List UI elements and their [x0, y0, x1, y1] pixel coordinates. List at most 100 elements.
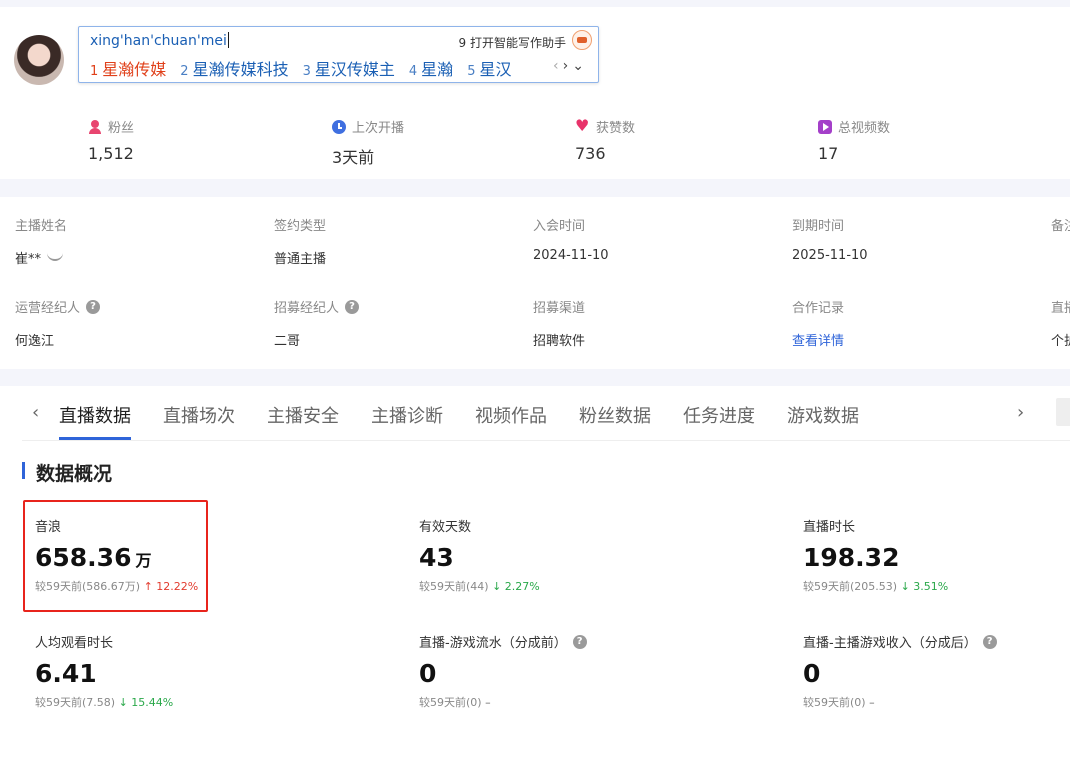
metric-trend: – — [485, 696, 491, 709]
candidate-number: 1 — [90, 64, 99, 79]
data-panel: ‹ 直播数据 直播场次 主播安全 主播诊断 视频作品 粉丝数据 任务进度 游戏数… — [0, 386, 1070, 765]
field-value: 个护 — [1051, 334, 1070, 349]
metric-avg-watch-time: 人均观看时长 6.41 较59天前(7.58) ↓ 15.44% — [35, 632, 173, 710]
candidate-number: 2 — [180, 64, 189, 79]
metric-compare: 较59天前(0) — [419, 696, 482, 709]
tab-fans-data[interactable]: 粉丝数据 — [579, 402, 651, 428]
metric-game-income-post: 直播-主播游戏收入（分成后）? 0 较59天前(0) – — [803, 632, 997, 710]
field-anchor-name: 主播姓名 崔** — [15, 215, 67, 267]
ime-expand-icon[interactable]: ⌄ — [572, 58, 588, 74]
candidate-text: 星瀚传媒 — [102, 60, 167, 79]
stat-likes: 获赞数 736 — [575, 116, 636, 164]
section-accent-bar — [22, 462, 25, 479]
trend-down-icon: ↓ — [118, 696, 128, 709]
help-icon[interactable]: ? — [86, 299, 101, 314]
heart-icon — [575, 116, 590, 135]
metric-value: 0 — [803, 659, 821, 688]
metric-label: 直播-游戏流水（分成前） — [419, 636, 567, 651]
ime-candidate-list: 1 星瀚传媒 2 星瀚传媒科技 3 星汉传媒主 4 星瀚 5 星汉 — [90, 56, 511, 80]
stat-value: 3天前 — [332, 148, 375, 167]
stat-value: 736 — [575, 144, 606, 163]
stat-label: 获赞数 — [596, 121, 636, 136]
ime-assist-number: 9 — [458, 36, 467, 50]
field-remark: 备注 — [1051, 215, 1070, 248]
field-label: 到期时间 — [792, 219, 845, 234]
trend-down-icon: ↓ — [900, 580, 910, 593]
candidate-text: 星汉传媒主 — [314, 60, 395, 79]
field-join-date: 入会时间 2024-11-10 — [533, 215, 609, 263]
stat-videos: 总视频数 17 — [818, 117, 890, 163]
ime-assist-icon[interactable] — [572, 30, 592, 50]
tab-task-progress[interactable]: 任务进度 — [683, 402, 755, 428]
ime-composition-text: xing'han'chuan'mei — [90, 33, 227, 49]
ime-assist-button[interactable]: 9 打开智能写作助手 — [459, 34, 566, 51]
tab-overflow-button[interactable] — [1056, 398, 1070, 426]
metric-label: 有效天数 — [419, 520, 472, 535]
metric-compare: 较59天前(0) — [803, 696, 866, 709]
ime-candidate-1[interactable]: 1 星瀚传媒 — [90, 56, 166, 80]
metric-trend: 12.22% — [156, 580, 199, 593]
metric-label: 直播-主播游戏收入（分成后） — [803, 636, 977, 651]
candidate-text: 星汉 — [479, 60, 512, 79]
field-value: 崔** — [15, 252, 42, 267]
avatar[interactable] — [14, 35, 64, 85]
help-icon[interactable]: ? — [345, 299, 360, 314]
field-value: 二哥 — [274, 334, 301, 349]
tab-live-sessions[interactable]: 直播场次 — [163, 402, 235, 428]
metric-trend: – — [869, 696, 875, 709]
metric-value: 198.32 — [803, 543, 900, 572]
page: xing'han'chuan'mei 9 打开智能写作助手 1 星瀚传媒 2 星瀚传… — [0, 0, 1070, 765]
view-details-link[interactable]: 查看详情 — [792, 330, 844, 349]
section-title: 数据概况 — [36, 463, 113, 485]
metric-compare: 较59天前(205.53) — [803, 580, 898, 593]
field-label: 入会时间 — [533, 219, 586, 234]
tab-live-data[interactable]: 直播数据 — [59, 402, 131, 440]
tab-prev-icon[interactable]: ‹ — [32, 402, 39, 423]
ime-next-page-icon[interactable]: › — [563, 58, 573, 74]
ime-candidate-window[interactable]: xing'han'chuan'mei 9 打开智能写作助手 1 星瀚传媒 2 星瀚传… — [78, 26, 599, 83]
metric-label: 直播时长 — [803, 520, 856, 535]
field-value: 2024-11-10 — [533, 248, 609, 263]
help-icon[interactable]: ? — [572, 634, 587, 649]
metric-compare: 较59天前(44) — [419, 580, 489, 593]
metric-live-duration: 直播时长 198.32 较59天前(205.53) ↓ 3.51% — [803, 516, 948, 594]
metric-yinlang: 音浪 658.36 万 较59天前(586.67万) ↑ 12.22% — [35, 516, 198, 594]
metric-value: 43 — [419, 543, 454, 572]
metric-value: 0 — [419, 659, 437, 688]
ime-candidate-2[interactable]: 2 星瀚传媒科技 — [180, 56, 288, 80]
candidate-text: 星瀚 — [421, 60, 454, 79]
candidate-number: 5 — [467, 64, 476, 79]
field-label: 运营经纪人 — [15, 301, 81, 316]
field-label: 直播 — [1051, 301, 1070, 316]
field-value: 2025-11-10 — [792, 248, 868, 263]
field-cooperation-record: 合作记录 查看详情 — [792, 297, 844, 349]
field-value: 何逸江 — [15, 334, 55, 349]
tab-anchor-safety[interactable]: 主播安全 — [267, 402, 339, 428]
tab-video-works[interactable]: 视频作品 — [475, 402, 547, 428]
field-label: 合作记录 — [792, 301, 845, 316]
ime-candidate-5[interactable]: 5 星汉 — [467, 56, 511, 80]
eye-closed-icon[interactable] — [47, 253, 64, 261]
clock-icon — [332, 119, 346, 134]
metric-value: 658.36 — [35, 543, 132, 572]
ime-prev-page-icon[interactable]: ‹ — [553, 58, 563, 74]
candidate-number: 3 — [302, 64, 311, 79]
fans-icon — [88, 119, 102, 134]
tab-next-icon[interactable]: › — [1017, 402, 1024, 423]
field-label: 签约类型 — [274, 219, 327, 234]
help-icon[interactable]: ? — [982, 634, 997, 649]
metric-value: 6.41 — [35, 659, 97, 688]
metric-game-revenue-pre: 直播-游戏流水（分成前）? 0 较59天前(0) – — [419, 632, 587, 710]
tab-anchor-diagnosis[interactable]: 主播诊断 — [371, 402, 443, 428]
metric-label: 人均观看时长 — [35, 636, 114, 651]
field-label: 主播姓名 — [15, 219, 68, 234]
tab-bar: ‹ 直播数据 直播场次 主播安全 主播诊断 视频作品 粉丝数据 任务进度 游戏数… — [22, 386, 1070, 441]
stat-label: 总视频数 — [838, 121, 891, 136]
field-label: 招募渠道 — [533, 301, 586, 316]
ime-candidate-3[interactable]: 3 星汉传媒主 — [303, 56, 395, 80]
metric-label: 音浪 — [35, 520, 62, 535]
stats-row: 粉丝 1,512 上次开播 3天前 获赞数 736 总视频数 17 — [0, 116, 1070, 168]
stat-value: 1,512 — [88, 144, 134, 163]
ime-candidate-4[interactable]: 4 星瀚 — [409, 56, 453, 80]
tab-game-data[interactable]: 游戏数据 — [787, 402, 859, 428]
